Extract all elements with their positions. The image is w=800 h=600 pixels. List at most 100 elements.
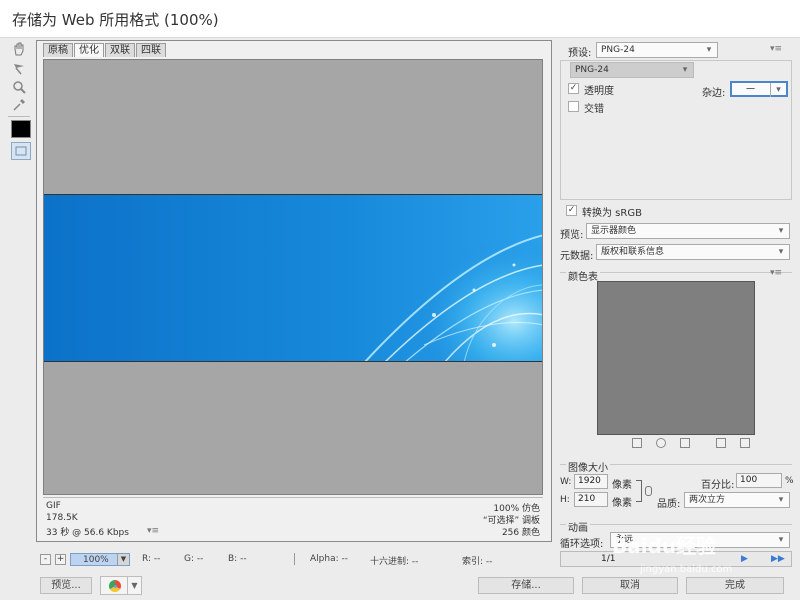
watermark-url: jingyan.baidu.com xyxy=(640,564,733,575)
chevron-down-icon: ▾ xyxy=(706,45,712,55)
zoom-out-button[interactable]: - xyxy=(40,554,51,565)
readout-alpha: Alpha: -- xyxy=(310,554,348,564)
cancel-button[interactable]: 取消 xyxy=(582,577,678,594)
format-value: PNG-24 xyxy=(575,65,609,75)
convert-srgb-label: 转换为 sRGB xyxy=(582,208,642,219)
chevron-down-icon: ▾ xyxy=(778,535,784,545)
browser-icon-center xyxy=(114,585,117,588)
map-color-icon[interactable] xyxy=(632,438,642,448)
eyedropper-icon[interactable] xyxy=(9,96,29,114)
tab-optimized[interactable]: 优化 xyxy=(74,43,104,57)
readout-hex: 十六进制: -- xyxy=(370,557,419,567)
lock-color-icon[interactable] xyxy=(680,438,690,448)
done-button[interactable]: 完成 xyxy=(686,577,784,594)
image-canvas[interactable] xyxy=(43,59,543,495)
tab-2up[interactable]: 双联 xyxy=(105,43,135,57)
quality-select[interactable]: 两次立方 ▾ xyxy=(684,492,790,508)
chevron-down-icon: ▾ xyxy=(778,226,784,236)
info-download-time: 33 秒 @ 56.6 Kbps xyxy=(46,528,129,538)
info-format: GIF xyxy=(46,501,61,511)
zoom-in-button[interactable]: + xyxy=(55,554,66,565)
last-frame-icon[interactable]: ▶▶ xyxy=(771,554,785,564)
readout-index: 索引: -- xyxy=(462,557,493,567)
metadata-label: 元数据: xyxy=(560,251,594,262)
status-bar: - + 100% ▼ R: -- G: -- B: -- Alpha: -- 十… xyxy=(38,552,552,568)
web-shift-icon[interactable] xyxy=(656,438,666,448)
next-frame-icon[interactable]: ▶ xyxy=(741,554,748,564)
preset-label: 预设: xyxy=(568,48,592,59)
settings-panel: 预设: PNG-24 ▾ ▾≡ PNG-24 ▾ ✓ 透明度 交错 杂边: 一 … xyxy=(556,40,796,576)
width-unit: 像素 xyxy=(612,480,632,491)
slice-select-icon[interactable] xyxy=(9,60,29,78)
color-table-swatches[interactable] xyxy=(597,281,755,435)
readout-r: R: -- xyxy=(142,554,161,564)
constrain-bracket xyxy=(636,480,642,502)
percent-unit: % xyxy=(785,476,794,486)
chevron-down-icon: ▼ xyxy=(117,554,129,565)
preview-value: 显示器颜色 xyxy=(591,226,637,236)
chevron-down-icon: ▾ xyxy=(778,495,784,505)
save-button[interactable]: 存储... xyxy=(478,577,574,594)
animation-divider xyxy=(560,524,792,525)
metadata-select[interactable]: 版权和联系信息 ▾ xyxy=(596,244,790,260)
interlaced-checkbox[interactable] xyxy=(568,101,579,112)
preview-select[interactable]: 显示器颜色 ▾ xyxy=(586,223,790,239)
trash-icon[interactable] xyxy=(740,438,750,448)
zoom-select[interactable]: 100% ▼ xyxy=(70,553,130,566)
matte-label: 杂边: xyxy=(702,88,726,99)
image-size-title: 图像大小 xyxy=(566,459,610,474)
metadata-value: 版权和联系信息 xyxy=(601,247,665,257)
zoom-icon[interactable] xyxy=(9,78,29,96)
matte-select[interactable]: 一 ▾ xyxy=(730,81,788,97)
transparency-label: 透明度 xyxy=(584,86,614,97)
banner-image xyxy=(44,194,542,362)
readout-g: G: -- xyxy=(184,554,204,564)
tab-4up[interactable]: 四联 xyxy=(136,43,166,57)
color-table-menu-icon[interactable]: ▾≡ xyxy=(770,268,782,278)
watermark-brand: Baidu经验 xyxy=(612,534,717,558)
loop-label: 循环选项: xyxy=(560,539,604,550)
image-info-bar: GIF 178.5K 33 秒 @ 56.6 Kbps ▾≡ 100% 仿色 “… xyxy=(43,497,543,539)
color-table-title: 颜色表 xyxy=(566,268,600,283)
quality-label: 品质: xyxy=(657,499,681,510)
tool-divider xyxy=(8,116,30,117)
status-divider xyxy=(294,553,295,565)
preview-panel: 原稿 优化 双联 四联 GIF 178.5K 33 秒 @ 56.6 Kbps … xyxy=(36,40,552,542)
matte-value: 一 xyxy=(746,85,756,95)
toggle-slices-icon[interactable] xyxy=(11,142,31,160)
preview-label: 预览: xyxy=(560,230,584,241)
browser-preview-select[interactable]: ▼ xyxy=(100,576,142,595)
chevron-down-icon: ▾ xyxy=(778,247,784,257)
height-input[interactable]: 210 xyxy=(574,492,608,507)
transparency-checkbox[interactable]: ✓ xyxy=(568,83,579,94)
eyedropper-color-swatch[interactable] xyxy=(11,120,31,138)
zoom-value: 100% xyxy=(83,555,109,565)
readout-b: B: -- xyxy=(228,554,247,564)
tab-original[interactable]: 原稿 xyxy=(43,43,73,57)
window-title: 存储为 Web 所用格式 (100%) xyxy=(12,11,219,29)
download-speed-menu-icon[interactable]: ▾≡ xyxy=(147,526,159,536)
width-label: W: xyxy=(560,477,572,487)
info-size: 178.5K xyxy=(46,513,78,523)
percent-input[interactable]: 100 xyxy=(736,473,782,488)
height-unit: 像素 xyxy=(612,498,632,509)
animation-title: 动画 xyxy=(566,519,590,534)
interlaced-label: 交错 xyxy=(584,104,604,115)
height-label: H: xyxy=(560,495,570,505)
optimize-menu-icon[interactable]: ▾≡ xyxy=(770,44,782,54)
info-colors: 256 颜色 xyxy=(501,528,540,538)
preview-button[interactable]: 预览... xyxy=(40,577,92,594)
chevron-down-icon: ▾ xyxy=(682,65,688,75)
link-icon[interactable] xyxy=(645,486,652,496)
hand-icon[interactable] xyxy=(9,40,29,58)
preset-select[interactable]: PNG-24 ▾ xyxy=(596,42,718,58)
preset-value: PNG-24 xyxy=(601,45,635,55)
width-input[interactable]: 1920 xyxy=(574,474,608,489)
format-select[interactable]: PNG-24 ▾ xyxy=(570,62,694,78)
percent-label: 百分比: xyxy=(701,480,735,491)
chevron-down-icon: ▼ xyxy=(127,577,141,594)
new-color-icon[interactable] xyxy=(716,438,726,448)
title-bar: 存储为 Web 所用格式 (100%) xyxy=(0,0,800,38)
convert-srgb-checkbox[interactable]: ✓ xyxy=(566,205,577,216)
quality-value: 两次立方 xyxy=(689,495,726,505)
